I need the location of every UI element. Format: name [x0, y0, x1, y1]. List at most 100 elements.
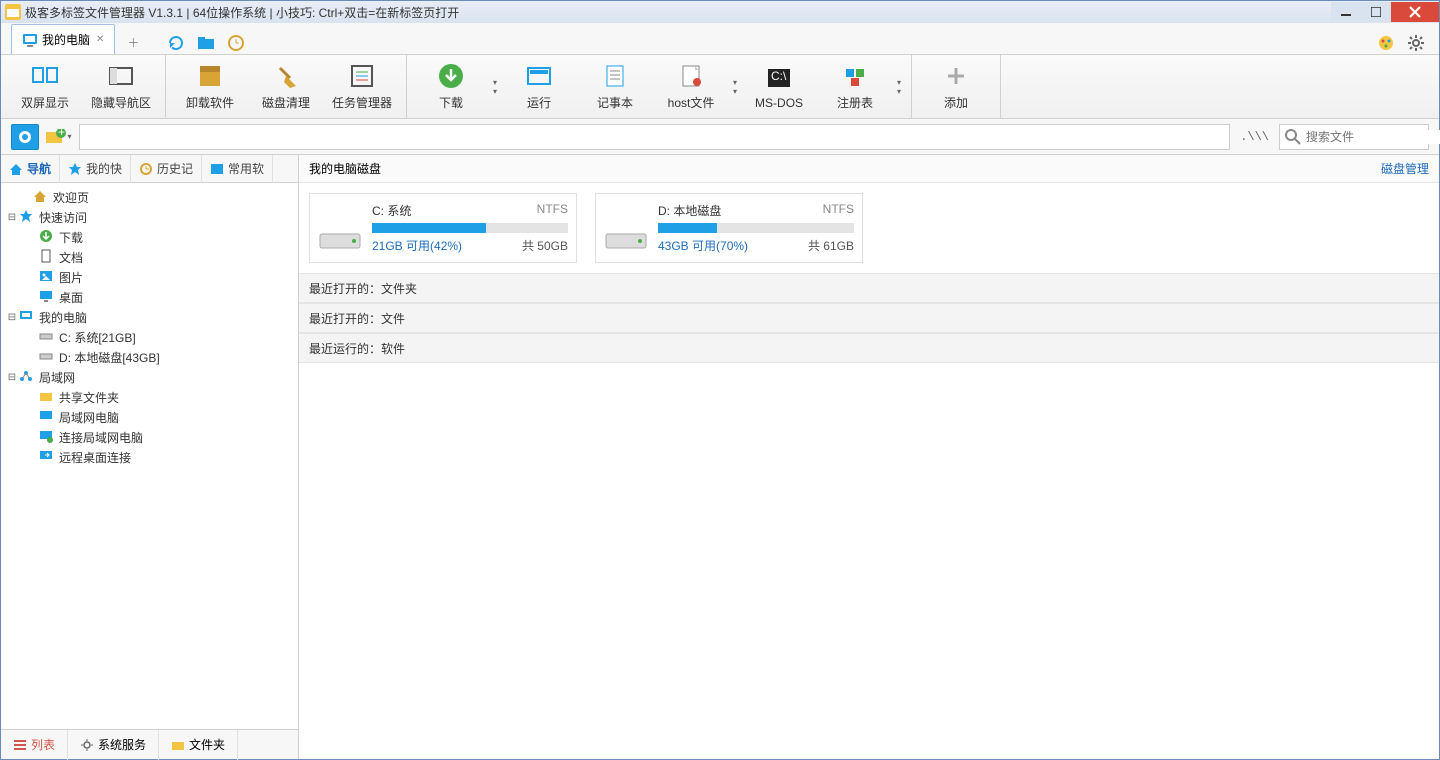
new-folder-button[interactable]: +▾	[45, 124, 73, 150]
tree-desktop[interactable]: 桌面	[1, 287, 298, 307]
tree-drive-d[interactable]: D: 本地磁盘[43GB]	[1, 347, 298, 367]
desktop-icon	[39, 289, 55, 305]
tree-pictures[interactable]: 图片	[1, 267, 298, 287]
window-title: 极客多标签文件管理器 V1.3.1 | 64位操作系统 | 小技巧: Ctrl+…	[25, 4, 1331, 21]
tab-bar: 我的电脑 ✕ ＋	[1, 23, 1439, 55]
tab-my-computer[interactable]: 我的电脑 ✕	[11, 24, 115, 54]
disk-fs: NTFS	[823, 202, 854, 219]
tab-close-icon[interactable]: ✕	[96, 34, 104, 45]
disk-manage-link[interactable]: 磁盘管理	[1381, 160, 1429, 177]
section-recent-software[interactable]: 最近运行的：软件	[299, 333, 1439, 363]
disk-d[interactable]: D: 本地磁盘NTFS 43GB 可用(70%)共 61GB	[595, 193, 863, 263]
sidetab-nav[interactable]: 导航	[1, 155, 60, 183]
star-icon	[19, 209, 35, 225]
tab-label: 我的电脑	[42, 31, 90, 48]
tree-rdp[interactable]: 远程桌面连接	[1, 447, 298, 467]
new-tab-button[interactable]: ＋	[119, 30, 147, 54]
disks-title: 我的电脑磁盘	[309, 160, 381, 177]
hide-nav-button[interactable]: 隐藏导航区	[83, 57, 159, 117]
tree-connectlan[interactable]: 连接局域网电脑	[1, 427, 298, 447]
tree-computer[interactable]: ⊟我的电脑	[1, 307, 298, 327]
gear-icon[interactable]	[1407, 34, 1427, 54]
side-tabs: 导航 我的快 历史记 常用软	[1, 155, 298, 183]
sidebar: 导航 我的快 历史记 常用软 欢迎页 ⊟快速访问 下载 文档 图片 桌面 ⊟我的…	[1, 155, 299, 759]
section-recent-files[interactable]: 最近打开的：文件	[299, 303, 1439, 333]
disk-total: 共 50GB	[522, 237, 568, 254]
drive-icon	[604, 202, 648, 252]
app-icon	[5, 4, 21, 20]
tree-shared[interactable]: 共享文件夹	[1, 387, 298, 407]
path-end-icon[interactable]: .\\\	[1236, 130, 1273, 144]
disk-label: D: 本地磁盘	[658, 202, 721, 219]
uninstall-button[interactable]: 卸载软件	[172, 57, 248, 117]
maximize-button[interactable]	[1361, 2, 1391, 22]
tree-lanpc[interactable]: 局域网电脑	[1, 407, 298, 427]
tree-documents[interactable]: 文档	[1, 247, 298, 267]
network-icon	[19, 369, 35, 385]
bottomtab-services[interactable]: 系统服务	[68, 730, 159, 760]
tree-drive-c[interactable]: C: 系统[21GB]	[1, 327, 298, 347]
add-button[interactable]: 添加	[918, 57, 994, 117]
sidetab-common[interactable]: 常用软	[202, 155, 273, 183]
palette-icon[interactable]	[1377, 34, 1397, 54]
disk-free: 43GB 可用(70%)	[658, 237, 748, 254]
bottomtab-folders[interactable]: 文件夹	[159, 730, 238, 760]
computer-icon	[22, 32, 38, 48]
history-icon	[139, 162, 153, 176]
sidetab-history[interactable]: 历史记	[131, 155, 202, 183]
search-icon	[1284, 128, 1302, 146]
disk-usage-bar	[658, 223, 854, 233]
dropdown-icon[interactable]: ▾▾	[893, 67, 905, 107]
star-icon	[68, 162, 82, 176]
download-button[interactable]: 下载	[413, 57, 489, 117]
task-manager-button[interactable]: 任务管理器	[324, 57, 400, 117]
download-icon	[437, 62, 465, 90]
dropdown-icon[interactable]: ▾▾	[729, 67, 741, 107]
nav-tree: 欢迎页 ⊟快速访问 下载 文档 图片 桌面 ⊟我的电脑 C: 系统[21GB] …	[1, 183, 298, 729]
rdp-icon	[39, 449, 55, 465]
section-recent-folders[interactable]: 最近打开的：文件夹	[299, 273, 1439, 303]
home-nav-button[interactable]	[11, 124, 39, 150]
close-button[interactable]	[1391, 2, 1439, 22]
dropdown-icon[interactable]: ▾▾	[489, 67, 501, 107]
gear-icon	[80, 738, 94, 752]
folder-icon[interactable]	[197, 34, 217, 54]
download-icon	[39, 229, 55, 245]
home-icon	[9, 162, 23, 176]
regedit-button[interactable]: 注册表	[817, 57, 893, 117]
msdos-button[interactable]: C:\ MS-DOS	[741, 57, 817, 117]
home-icon	[33, 189, 49, 205]
tree-welcome[interactable]: 欢迎页	[1, 187, 298, 207]
drive-icon	[318, 202, 362, 252]
disk-free: 21GB 可用(42%)	[372, 237, 462, 254]
host-button[interactable]: host文件	[653, 57, 729, 117]
clock-icon[interactable]	[227, 34, 247, 54]
drive-icon	[39, 349, 55, 365]
disks-header: 我的电脑磁盘 磁盘管理	[299, 155, 1439, 183]
connect-icon	[39, 429, 55, 445]
sidetab-quick[interactable]: 我的快	[60, 155, 131, 183]
tree-lan[interactable]: ⊟局域网	[1, 367, 298, 387]
broom-icon	[272, 62, 300, 90]
disk-label: C: 系统	[372, 202, 411, 219]
minimize-button[interactable]	[1331, 2, 1361, 22]
disk-c[interactable]: C: 系统NTFS 21GB 可用(42%)共 50GB	[309, 193, 577, 263]
dual-screen-button[interactable]: 双屏显示	[7, 57, 83, 117]
bottomtab-list[interactable]: 列表	[1, 730, 68, 760]
document-icon	[39, 249, 55, 265]
notepad-button[interactable]: 记事本	[577, 57, 653, 117]
main-panel: 我的电脑磁盘 磁盘管理 C: 系统 NTFS 21GB 可用(42%) 共 50GB…	[299, 155, 1439, 759]
tree-downloads[interactable]: 下载	[1, 227, 298, 247]
terminal-icon: C:\	[765, 64, 793, 92]
panel-icon	[107, 62, 135, 90]
search-input[interactable]	[1306, 130, 1440, 144]
refresh-icon[interactable]	[167, 34, 187, 54]
disk-clean-button[interactable]: 磁盘清理	[248, 57, 324, 117]
tree-quick-access[interactable]: ⊟快速访问	[1, 207, 298, 227]
search-box[interactable]: ✕	[1279, 124, 1429, 150]
path-input[interactable]	[79, 124, 1230, 150]
file-icon	[677, 62, 705, 90]
run-button[interactable]: 运行	[501, 57, 577, 117]
computer-icon	[19, 309, 35, 325]
nav-bar: +▾ .\\\ ✕	[1, 119, 1439, 155]
